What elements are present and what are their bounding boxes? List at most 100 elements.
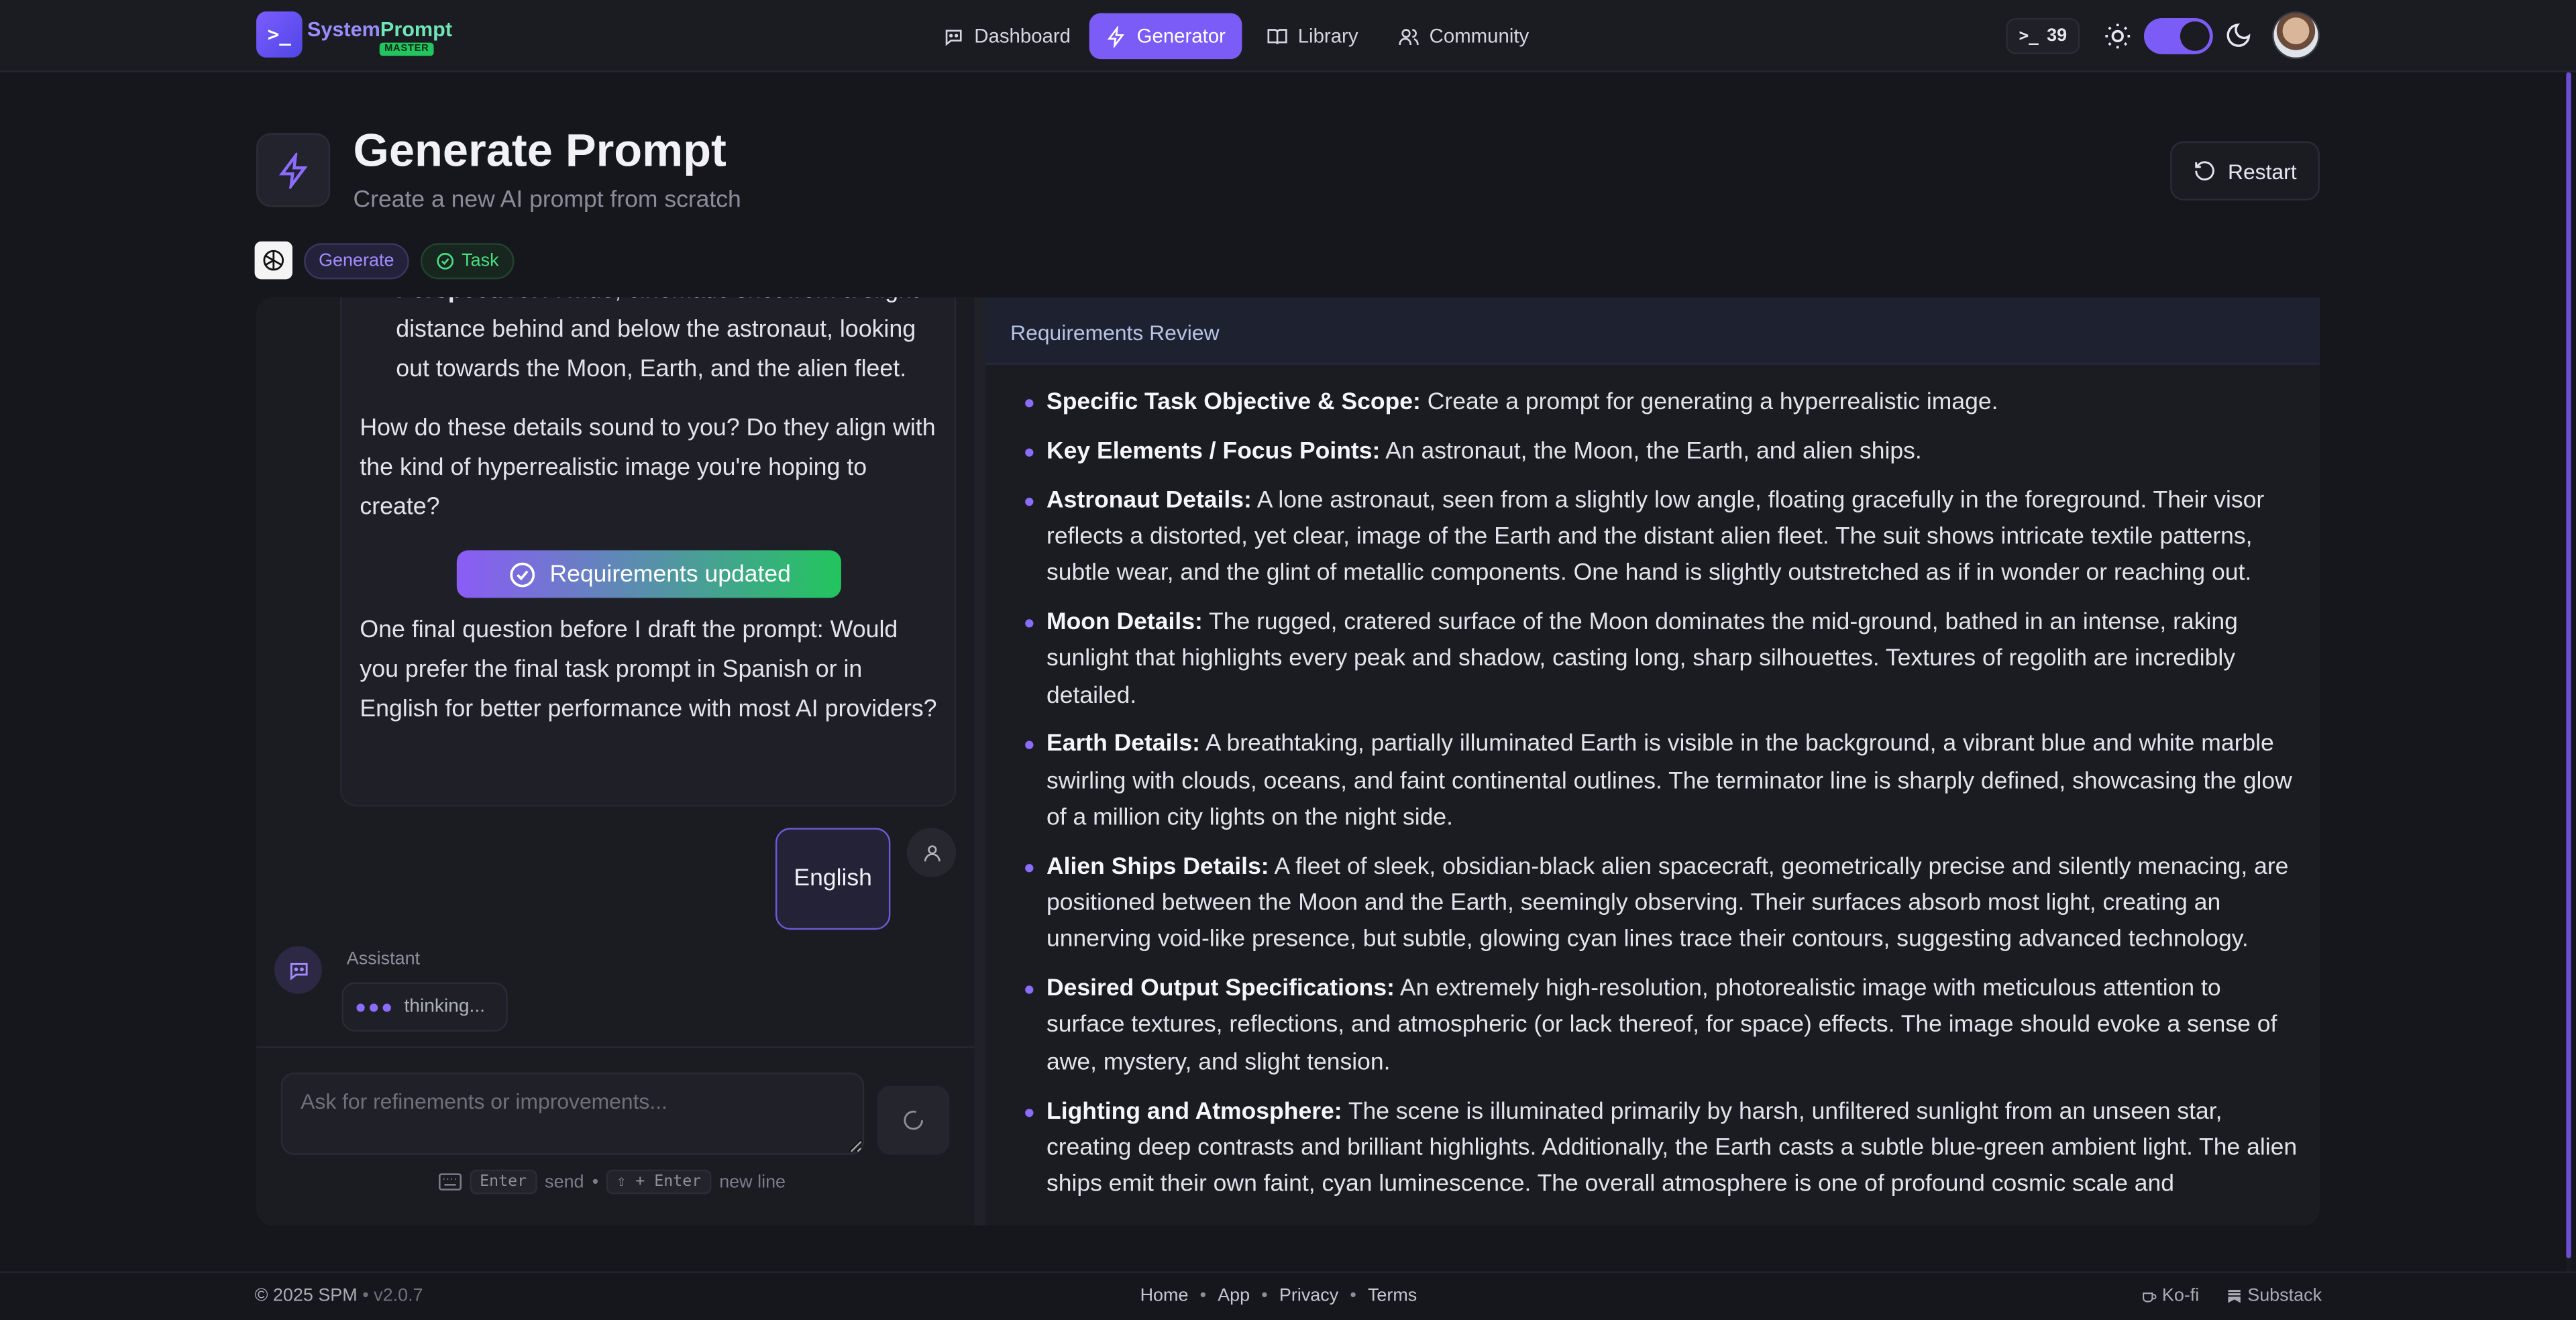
restart-button[interactable]: Restart [2170, 141, 2320, 201]
lightning-icon [1107, 25, 1124, 47]
assistant-question-2: One final question before I draft the pr… [360, 617, 937, 723]
requirement-text: An astronaut, the Moon, the Earth, and a… [1380, 438, 1922, 465]
input-divider [256, 1046, 975, 1048]
footer-copyright: © 2025 SPM • v2.0.7 [255, 1286, 423, 1306]
nav-community-label: Community [1429, 24, 1529, 48]
openai-logo-icon [263, 250, 284, 271]
check-circle-icon [509, 561, 535, 587]
chat-bot-icon [289, 962, 307, 980]
review-title: Requirements Review [1010, 320, 1220, 345]
nav-generator[interactable]: Generator [1089, 13, 1242, 60]
thinking-indicator: thinking... [341, 982, 508, 1032]
substack-label: Substack [2247, 1286, 2322, 1306]
prompt-count-badge[interactable]: >_ 39 [2006, 17, 2080, 54]
loading-spinner-icon [904, 1110, 923, 1130]
kofi-link[interactable]: Ko-fi [2141, 1286, 2199, 1306]
restart-icon [2195, 161, 2214, 180]
page-scrollbar-thumb[interactable] [2566, 72, 2571, 1258]
footer-link-home[interactable]: Home [1140, 1286, 1189, 1306]
kofi-label: Ko-fi [2161, 1286, 2200, 1306]
nav-community[interactable]: Community [1382, 13, 1546, 60]
footer-separator: • [1261, 1286, 1268, 1306]
requirements-updated-banner: Requirements updated [456, 550, 841, 598]
user-message-bubble: English [775, 828, 891, 930]
requirements-updated-label: Requirements updated [549, 561, 791, 588]
lightning-icon [278, 152, 307, 188]
task-chip-label: Task [462, 251, 499, 272]
nav-dashboard-label: Dashboard [974, 24, 1071, 48]
requirement-item: Astronaut Details: A lone astronaut, see… [1024, 482, 2302, 592]
requirement-item: Lighting and Atmosphere: The scene is il… [1024, 1093, 2302, 1203]
footer-link-terms[interactable]: Terms [1368, 1286, 1417, 1306]
typing-dots-icon [356, 1003, 391, 1011]
requirement-label: Alien Ships Details: [1046, 853, 1269, 881]
logo-mark: >_ [267, 23, 292, 46]
user-avatar[interactable] [2271, 11, 2320, 60]
perspective-bullet: Perspective: A wide, cinematic shot from… [396, 297, 938, 389]
users-icon [1399, 28, 1419, 44]
footer-link-privacy[interactable]: Privacy [1279, 1286, 1338, 1306]
bullet-label: Perspective: [396, 297, 539, 304]
terminal-icon: >_ [2019, 27, 2039, 46]
requirement-item: Key Elements / Focus Points: An astronau… [1024, 433, 2302, 470]
restart-label: Restart [2227, 158, 2297, 184]
send-hint: send [545, 1172, 584, 1192]
send-button[interactable] [877, 1085, 950, 1155]
logo-icon[interactable]: >_ [256, 11, 303, 58]
requirement-item: Moon Details: The rugged, cratered surfa… [1024, 604, 2302, 714]
assistant-label: Assistant [346, 949, 421, 969]
sun-icon[interactable] [2103, 21, 2133, 51]
moon-icon[interactable] [2224, 21, 2253, 50]
generator-header-icon [256, 133, 331, 207]
chat-input[interactable] [280, 1072, 865, 1155]
thinking-label: thinking... [404, 997, 486, 1017]
user-message-text: English [794, 865, 872, 892]
requirements-list: Specific Task Objective & Scope: Create … [1024, 384, 2302, 1215]
chat-bot-icon [945, 29, 962, 46]
app-name-part2: Prompt [380, 17, 453, 42]
nav-library[interactable]: Library [1250, 13, 1375, 60]
footer-links: Home • App • Privacy • Terms [1140, 1286, 1417, 1306]
keyboard-icon [439, 1173, 462, 1191]
user-icon [923, 844, 940, 861]
page-subtitle: Create a new AI prompt from scratch [353, 187, 741, 214]
requirement-label: Desired Output Specifications: [1046, 976, 1395, 1003]
enter-key: Enter [470, 1169, 537, 1195]
keyboard-hint: Enter send • ⇧ + Enter new line [439, 1169, 786, 1195]
page-title: Generate Prompt [353, 125, 727, 176]
theme-toggle[interactable] [2143, 17, 2213, 54]
openai-icon [254, 241, 292, 280]
requirement-label: Specific Task Objective & Scope: [1046, 389, 1421, 416]
copyright-text: © 2025 SPM [254, 1286, 358, 1306]
requirement-item: Alien Ships Details: A fleet of sleek, o… [1024, 849, 2302, 959]
new-line-hint: new line [719, 1172, 786, 1192]
master-badge: MASTER [379, 42, 434, 56]
requirement-item: Specific Task Objective & Scope: Create … [1024, 384, 2302, 421]
shift-enter-key: ⇧ + Enter [606, 1169, 711, 1195]
footer-separator: • [1199, 1286, 1207, 1306]
check-circle-icon [437, 253, 454, 270]
panel-bottom-mask [985, 1225, 2320, 1272]
bullet-text: A wide, cinematic shot from a slight dis… [396, 297, 918, 383]
chat-panel[interactable]: Perspective: A wide, cinematic shot from… [256, 297, 975, 1225]
assistant-question-1: How do these details sound to you? Do th… [360, 415, 936, 521]
footer-divider [0, 1271, 2576, 1273]
panel-resize-handle[interactable] [974, 297, 986, 1225]
hint-separator: • [592, 1172, 599, 1192]
requirement-label: Astronaut Details: [1046, 487, 1252, 514]
coffee-cup-icon [2143, 1292, 2157, 1303]
version-text: • v2.0.7 [362, 1286, 423, 1306]
toggle-knob [2180, 21, 2210, 51]
substack-icon [2228, 1290, 2241, 1303]
nav-dashboard[interactable]: Dashboard [926, 13, 1087, 60]
requirement-item: Earth Details: A breathtaking, partially… [1024, 726, 2302, 836]
substack-link[interactable]: Substack [2226, 1286, 2322, 1306]
user-avatar-icon [906, 828, 957, 877]
nav-library-label: Library [1297, 24, 1358, 48]
prompt-count: 39 [2047, 26, 2068, 46]
app-name[interactable]: SystemPrompt [307, 18, 452, 41]
footer-link-app[interactable]: App [1218, 1286, 1250, 1306]
footer-separator: • [1350, 1286, 1356, 1306]
assistant-avatar-icon [274, 946, 323, 994]
book-icon [1267, 28, 1287, 44]
